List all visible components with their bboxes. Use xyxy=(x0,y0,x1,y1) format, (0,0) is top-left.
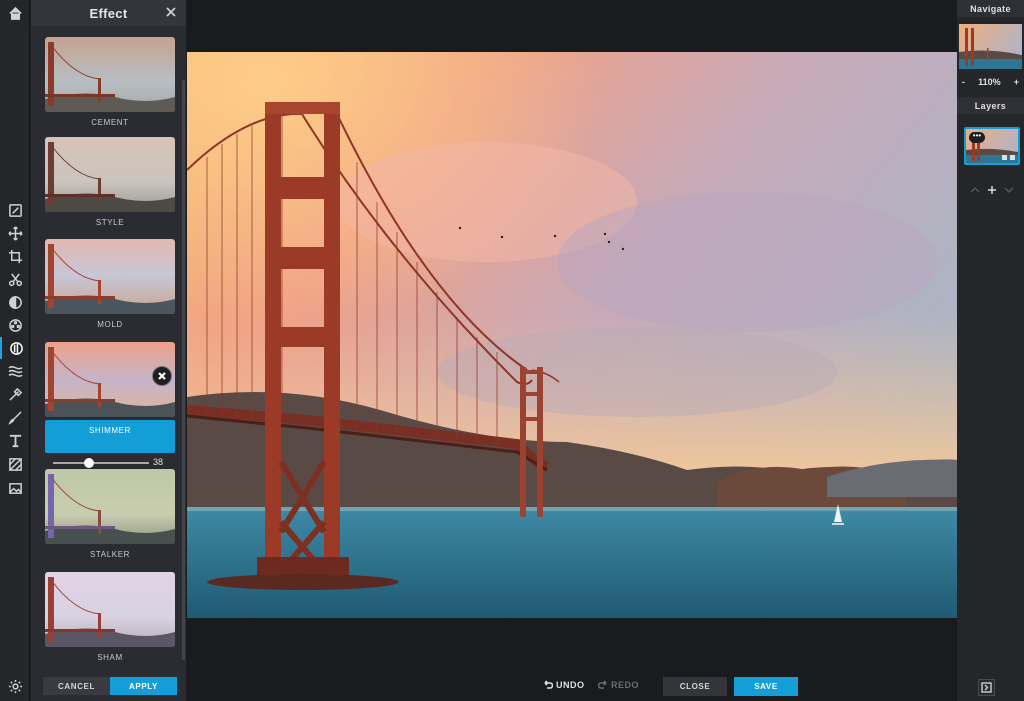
waves-icon xyxy=(8,365,22,377)
effect-panel: Effect CEMENT STYLE MOLD SHIMMER 38 STAL… xyxy=(31,0,186,701)
effect-sham[interactable]: SHAM xyxy=(45,572,175,662)
brush-tool[interactable] xyxy=(0,406,30,428)
tool-bar xyxy=(0,0,30,701)
close-icon xyxy=(166,7,176,17)
chevron-down-icon[interactable] xyxy=(1004,185,1014,195)
remove-effect-button[interactable] xyxy=(152,366,172,386)
cancel-button[interactable]: CANCEL xyxy=(43,677,110,695)
home-button[interactable] xyxy=(0,2,30,24)
slider-value: 38 xyxy=(153,457,164,467)
layer-controls xyxy=(970,183,1014,197)
effect-tool[interactable] xyxy=(0,337,30,359)
apply-button[interactable]: APPLY xyxy=(110,677,177,695)
text-icon xyxy=(9,434,21,447)
home-icon xyxy=(8,6,22,20)
panel-title: Effect xyxy=(89,5,128,21)
effect-thumbnail xyxy=(45,469,175,544)
close-icon xyxy=(158,372,166,380)
intensity-slider[interactable]: 38 xyxy=(53,457,173,469)
pattern-tool[interactable] xyxy=(0,453,30,475)
photo-editor-app: Effect CEMENT STYLE MOLD SHIMMER 38 STAL… xyxy=(0,0,1024,701)
undo-icon xyxy=(544,680,553,689)
adjust-icon xyxy=(8,203,22,217)
touchup-tool[interactable] xyxy=(0,383,30,405)
effect-label: STALKER xyxy=(89,550,131,559)
layer-item[interactable]: ••• xyxy=(964,127,1020,165)
color-icon xyxy=(8,318,22,332)
scissors-icon xyxy=(8,272,22,286)
image-tool[interactable] xyxy=(0,477,30,499)
effect-thumbnail xyxy=(45,239,175,314)
text-tool[interactable] xyxy=(0,429,30,451)
close-button[interactable]: CLOSE xyxy=(663,677,727,696)
redo-icon xyxy=(598,680,607,689)
canvas-area xyxy=(187,0,957,701)
navigate-header: Navigate xyxy=(957,0,1024,17)
gear-icon xyxy=(8,679,22,693)
effect-thumbnail xyxy=(45,137,175,212)
effect-thumbnail xyxy=(45,572,175,647)
panel-footer: CANCEL APPLY xyxy=(43,677,178,695)
effect-label: CEMENT xyxy=(91,118,129,127)
redo-button[interactable]: REDO xyxy=(598,680,639,690)
cut-tool[interactable] xyxy=(0,268,30,290)
move-tool[interactable] xyxy=(0,222,30,244)
save-button[interactable]: SAVE xyxy=(734,677,798,696)
effect-shimmer[interactable]: SHIMMER xyxy=(45,342,175,453)
add-layer-icon[interactable] xyxy=(987,185,997,195)
settings-button[interactable] xyxy=(0,675,30,697)
pattern-icon xyxy=(8,457,22,471)
chevron-up-icon[interactable] xyxy=(970,185,980,195)
zoom-out-button[interactable]: - xyxy=(962,77,965,87)
right-panel: Navigate - 110% + Layers ••• xyxy=(957,0,1024,701)
crop-tool[interactable] xyxy=(0,245,30,267)
effect-icon xyxy=(9,341,23,355)
wand-icon xyxy=(8,387,22,401)
zoom-control: - 110% + xyxy=(957,74,1024,90)
slider-track xyxy=(53,462,149,464)
exposure-icon xyxy=(8,295,22,309)
effect-label: SHIMMER xyxy=(45,420,175,453)
redo-label: REDO xyxy=(611,680,640,690)
liquify-tool[interactable] xyxy=(0,360,30,382)
panel-header: Effect xyxy=(31,0,186,26)
brush-icon xyxy=(7,410,22,425)
slider-handle[interactable] xyxy=(84,458,95,468)
panel-scrollbar[interactable] xyxy=(182,80,185,660)
effect-stalker[interactable]: STALKER xyxy=(45,469,175,559)
color-tool[interactable] xyxy=(0,314,30,336)
photo-canvas[interactable] xyxy=(187,52,957,618)
toggle-panel-button[interactable] xyxy=(978,679,995,696)
bottom-action-bar: UNDO REDO CLOSE SAVE xyxy=(187,677,957,697)
navigator-thumbnail[interactable] xyxy=(959,24,1022,69)
effect-thumbnail xyxy=(45,37,175,112)
crop-icon xyxy=(8,249,22,263)
effect-mold[interactable]: MOLD xyxy=(45,239,175,329)
effect-thumbnail xyxy=(45,342,175,417)
effect-label: STYLE xyxy=(95,218,125,227)
zoom-in-button[interactable]: + xyxy=(1014,77,1019,87)
effect-label: MOLD xyxy=(97,320,123,329)
panel-toggle-icon xyxy=(981,682,992,693)
exposure-tool[interactable] xyxy=(0,291,30,313)
layers-header: Layers xyxy=(957,97,1024,114)
panel-close-button[interactable] xyxy=(164,5,178,19)
adjust-tool[interactable] xyxy=(0,199,30,221)
layer-options-icon[interactable]: ••• xyxy=(969,132,985,143)
move-icon xyxy=(7,225,23,241)
image-icon xyxy=(8,482,22,494)
effect-cement[interactable]: CEMENT xyxy=(45,37,175,127)
zoom-level: 110% xyxy=(978,77,1001,87)
effect-style[interactable]: STYLE xyxy=(45,137,175,227)
undo-label: UNDO xyxy=(556,680,585,690)
undo-button[interactable]: UNDO xyxy=(543,680,585,690)
effect-label: SHAM xyxy=(97,653,123,662)
